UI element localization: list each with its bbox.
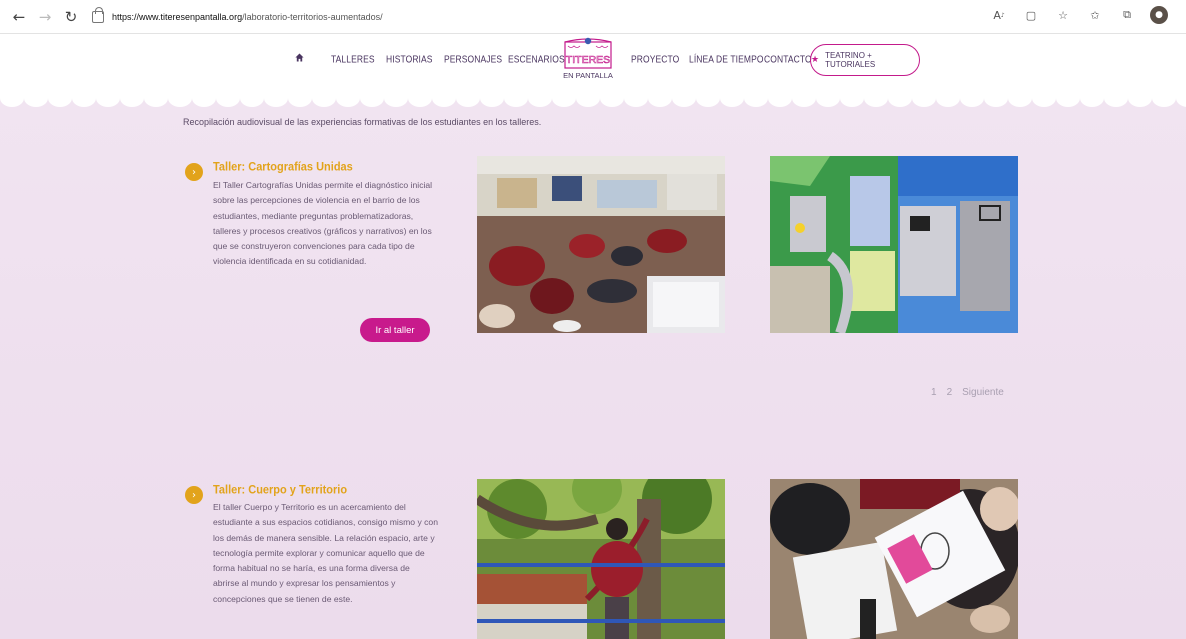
section-desc-cuerpo-territorio: El taller Cuerpo y Territorio es un acer… — [213, 502, 438, 604]
site-logo[interactable]: TITERES EN PANTALLA — [562, 34, 614, 86]
forward-icon[interactable]: → — [32, 4, 58, 30]
logo-title: TITERES — [566, 54, 610, 66]
url-domain: https://www.titeresenpantalla.org — [112, 11, 243, 22]
page-2-link[interactable]: 2 — [947, 387, 953, 398]
star-icon: ★ — [811, 55, 820, 65]
nav-personajes[interactable]: PERSONAJES — [444, 53, 502, 65]
cta-label: TEATRINO + TUTORIALES — [825, 51, 876, 69]
chevron-right-icon: › — [185, 486, 203, 504]
ir-al-taller-button[interactable]: Ir al taller — [360, 318, 430, 342]
photo-tree — [477, 479, 725, 639]
nav-talleres[interactable]: TALLERES — [331, 53, 375, 65]
read-aloud-icon[interactable]: A ♪ — [990, 6, 1008, 24]
photo-classroom — [477, 156, 725, 333]
favorites-list-icon[interactable]: ✩ — [1086, 6, 1104, 24]
url-path: /laboratorio-territorios-aumentados/ — [242, 11, 383, 22]
logo-subtitle: EN PANTALLA — [563, 71, 613, 80]
lock-icon[interactable] — [92, 6, 104, 23]
profile-icon[interactable]: ● — [1150, 6, 1168, 24]
section-title-cuerpo-territorio: Taller: Cuerpo y Territorio — [213, 483, 348, 497]
nav-historias[interactable]: HISTORIAS — [386, 53, 433, 65]
teatrino-tutoriales-button[interactable]: ★ TEATRINO + TUTORIALES — [810, 44, 920, 76]
nav-proyecto[interactable]: PROYECTO — [631, 53, 679, 65]
favorite-icon[interactable]: ☆ — [1054, 6, 1072, 24]
nav-escenarios[interactable]: ESCENARIOS — [508, 53, 565, 65]
browser-toolbar: ← → ↻ https://www.titeresenpantalla.org /… — [0, 0, 1186, 34]
collections-icon[interactable]: ⧉ — [1118, 6, 1136, 24]
scalloped-divider — [0, 94, 1186, 107]
immersive-reader-icon[interactable]: ▢ — [1022, 6, 1040, 24]
nav-linea-de-tiempo[interactable]: LÍNEA DE TIEMPO — [689, 53, 764, 65]
nav-contacto[interactable]: CONTACTO — [764, 53, 812, 65]
photo-map-collage — [770, 156, 1018, 333]
section-title-cartografias: Taller: Cartografías Unidas — [213, 160, 353, 174]
intro-text: Recopilación audiovisual de las experien… — [183, 117, 542, 127]
photo-drawing — [770, 479, 1018, 639]
address-bar[interactable]: https://www.titeresenpantalla.org/labora… — [92, 5, 383, 29]
page-1-link[interactable]: 1 — [931, 387, 937, 398]
refresh-icon[interactable]: ↻ — [58, 4, 84, 30]
section-desc-cartografias: El Taller Cartografías Unidas permite el… — [213, 180, 433, 267]
pagination: 1 2 Siguiente — [931, 387, 1004, 398]
next-page-link[interactable]: Siguiente — [962, 387, 1004, 398]
chevron-right-icon: › — [185, 163, 203, 181]
site-header: TALLERES HISTORIAS PERSONAJES ESCENARIOS… — [0, 34, 1186, 94]
back-icon[interactable]: ← — [6, 4, 32, 30]
